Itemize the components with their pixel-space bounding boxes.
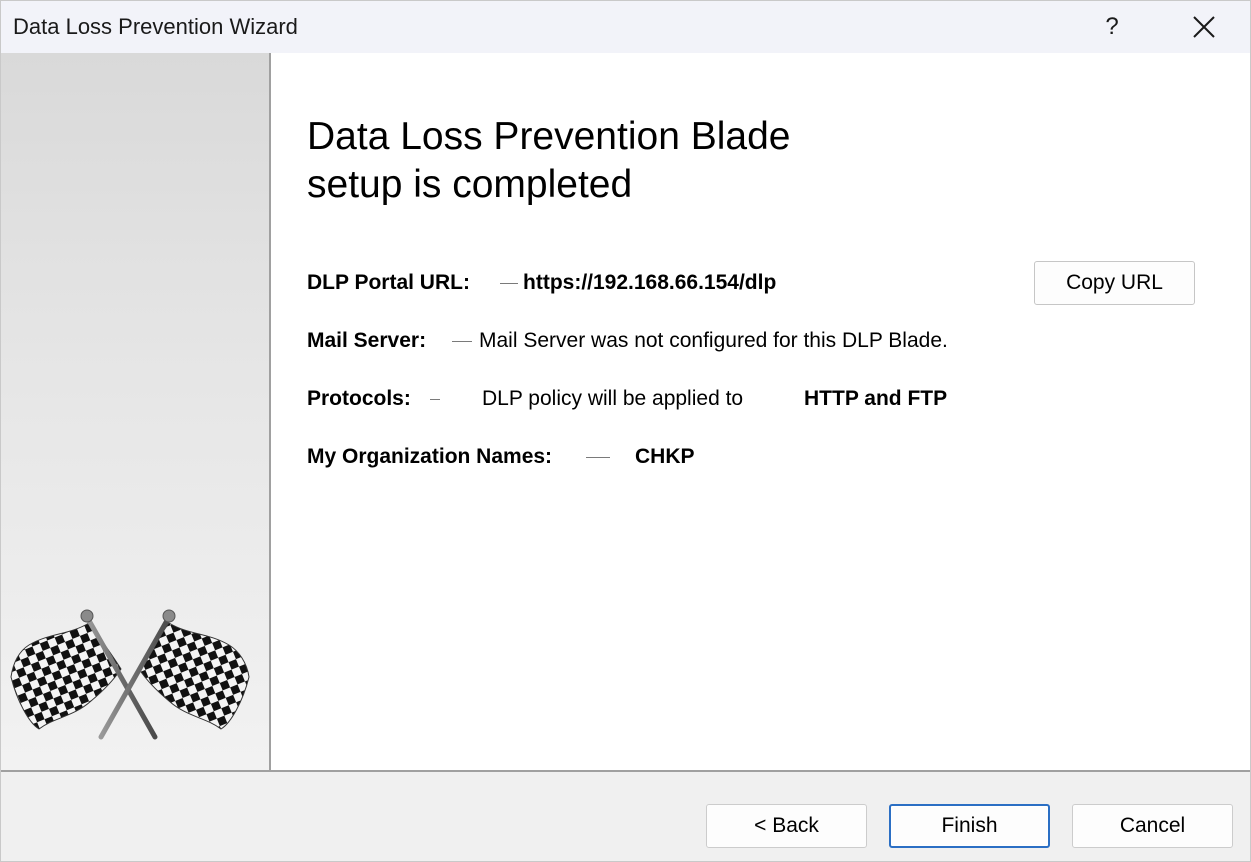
separator-line [500, 283, 518, 284]
help-icon: ? [1105, 13, 1119, 40]
wizard-window: Data Loss Prevention Wizard ? Data Loss … [0, 0, 1251, 862]
separator-line [586, 457, 610, 458]
mail-server-label: Mail Server: [307, 329, 427, 352]
finish-button[interactable]: Finish [889, 804, 1050, 848]
page-title: Data Loss Prevention Blade setup is comp… [307, 113, 907, 209]
portal-url-value: https://192.168.66.154/dlp [523, 271, 777, 294]
page-title-line-1: Data Loss Prevention Blade [307, 115, 791, 158]
wizard-side-panel [1, 53, 269, 770]
copy-url-button[interactable]: Copy URL [1034, 261, 1195, 305]
protocols-description: DLP policy will be applied to [482, 387, 744, 410]
page-title-line-2: setup is completed [307, 163, 633, 206]
organization-names-label: My Organization Names: [307, 445, 553, 468]
title-bar: Data Loss Prevention Wizard ? [1, 1, 1250, 53]
separator-line [430, 399, 440, 400]
wizard-content: Data Loss Prevention Blade setup is comp… [271, 53, 1250, 770]
mail-server-value: Mail Server was not configured for this … [479, 329, 948, 352]
separator-line [452, 341, 472, 342]
back-button[interactable]: < Back [706, 804, 867, 848]
protocols-label: Protocols: [307, 387, 411, 410]
close-icon [1193, 16, 1215, 38]
close-button[interactable] [1181, 1, 1227, 53]
portal-url-label: DLP Portal URL: [307, 271, 470, 294]
wizard-footer: < Back Finish Cancel [1, 772, 1250, 861]
window-title: Data Loss Prevention Wizard [13, 14, 298, 39]
protocols-value: HTTP and FTP [804, 387, 948, 410]
cancel-button[interactable]: Cancel [1072, 804, 1233, 848]
organization-names-value: CHKP [635, 445, 695, 468]
checkered-flags-icon [10, 609, 250, 740]
help-button[interactable]: ? [1089, 1, 1135, 53]
